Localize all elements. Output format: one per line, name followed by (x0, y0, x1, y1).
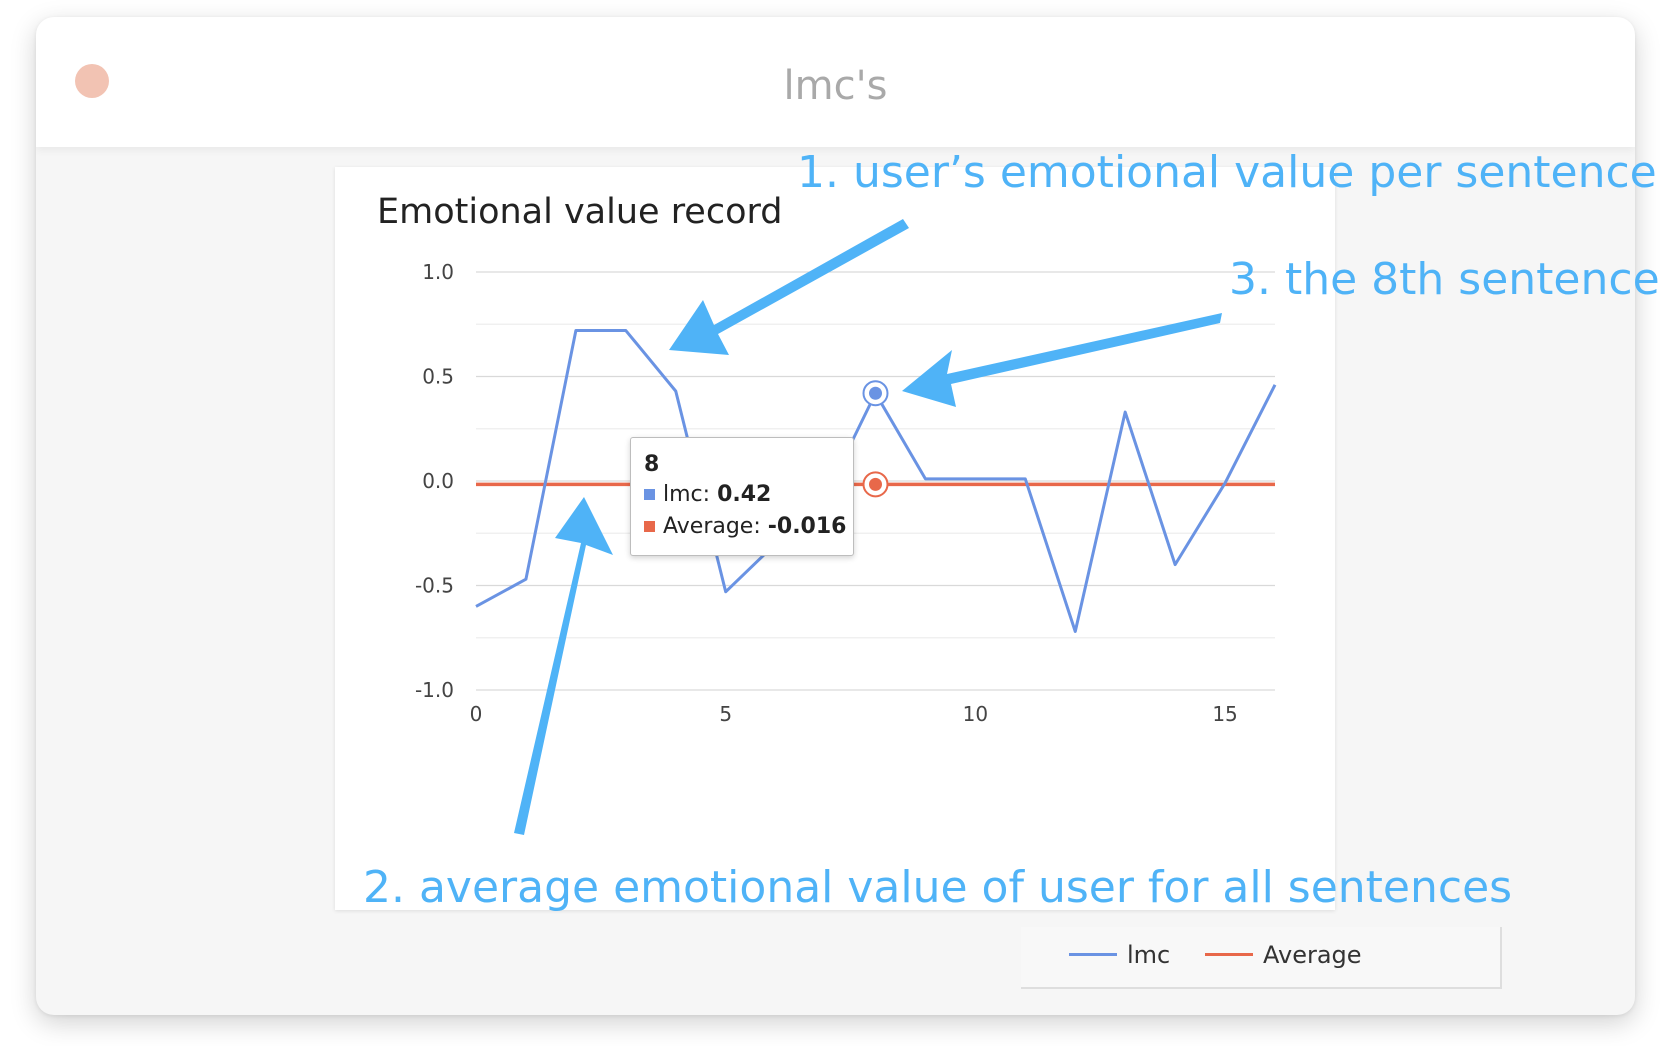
legend-label-average: Average (1263, 941, 1362, 969)
y-tick-label: 1.0 (422, 260, 454, 284)
tooltip-swatch-average (644, 521, 655, 532)
tooltip-value-lmc: 0.42 (717, 482, 772, 507)
x-tick-label: 0 (470, 702, 483, 726)
x-axis-ticks: 0 5 10 15 (470, 702, 1238, 726)
tooltip-row-lmc: lmc: 0.42 (644, 482, 771, 507)
y-axis-ticks: 1.0 0.5 0.0 -0.5 -1.0 (415, 260, 454, 702)
window-title: lmc's (783, 63, 888, 109)
legend-item-lmc[interactable]: lmc (1069, 941, 1170, 969)
tooltip-value-average: -0.016 (767, 514, 847, 539)
legend-line-average (1205, 953, 1253, 956)
highlight-markers (862, 380, 889, 498)
annotation-note-2: 2. average emotional value of user for a… (363, 862, 1513, 913)
tooltip-label-average: Average: (663, 514, 761, 539)
chart-title: Emotional value record (377, 192, 783, 232)
x-tick-label: 15 (1212, 702, 1237, 726)
annotation-note-3: 3. the 8th sentence (1229, 254, 1660, 305)
y-tick-label: 0.5 (422, 365, 454, 389)
tooltip-swatch-lmc (644, 489, 655, 500)
y-tick-label: 0.0 (422, 469, 454, 493)
legend-item-average[interactable]: Average (1205, 941, 1362, 969)
chart-tooltip: 8 lmc: 0.42 Average: -0.016 (630, 437, 854, 556)
legend-label-lmc: lmc (1127, 941, 1171, 969)
marker-point-average[interactable] (869, 477, 882, 491)
y-tick-label: -1.0 (415, 678, 454, 702)
tooltip-row-average: Average: -0.016 (644, 514, 846, 539)
y-tick-label: -0.5 (415, 574, 454, 598)
tooltip-x-value: 8 (644, 452, 660, 477)
legend-line-lmc (1069, 953, 1117, 956)
tooltip-label-lmc: lmc: (663, 482, 711, 507)
chart-legend: lmc Average (1021, 927, 1502, 989)
marker-point-lmc[interactable] (869, 386, 882, 400)
title-bar: lmc's (36, 17, 1635, 147)
x-tick-label: 10 (963, 702, 988, 726)
x-tick-label: 5 (719, 702, 732, 726)
annotation-note-1: 1. user’s emotional value per sentence (797, 147, 1657, 198)
